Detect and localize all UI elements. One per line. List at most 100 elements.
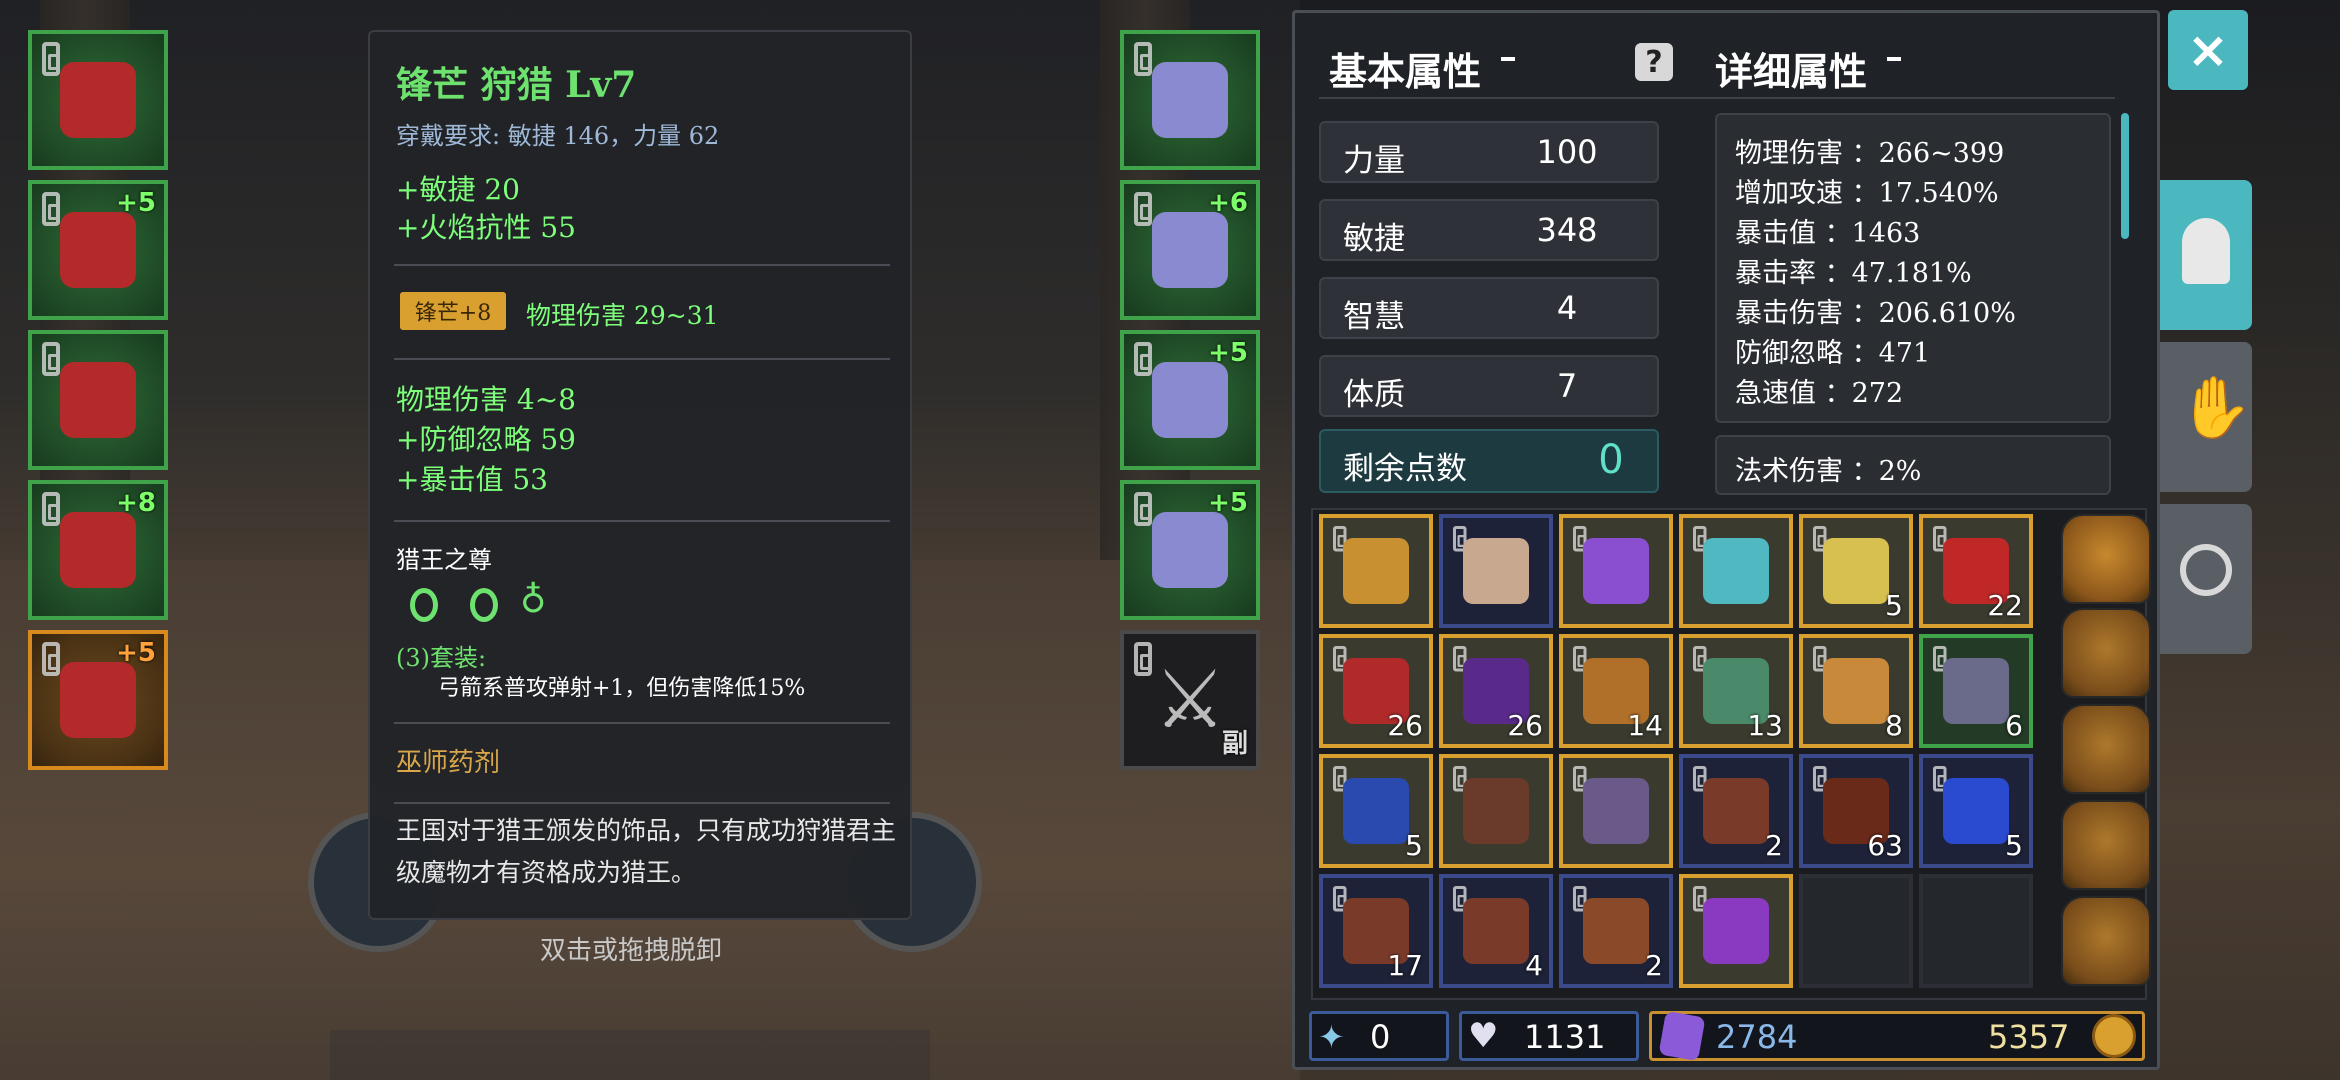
lock-icon xyxy=(1134,642,1152,676)
boots-slot[interactable]: +5 xyxy=(1120,330,1260,470)
help-icon[interactable]: ? xyxy=(1635,43,1673,81)
gem-coin-counter: 2784 5357 xyxy=(1649,1010,2145,1062)
item-count: 2 xyxy=(1765,829,1783,862)
bag-icon[interactable] xyxy=(2061,704,2151,794)
enhance-level: +5 xyxy=(116,638,156,668)
attr-label: 智慧 xyxy=(1343,299,1405,335)
attr-strength: 力量 100 xyxy=(1319,121,1659,183)
bag-icon[interactable] xyxy=(2061,514,2151,604)
item-icon xyxy=(1583,778,1649,844)
close-button[interactable]: × xyxy=(2168,10,2248,90)
inventory-item[interactable]: 13 xyxy=(1679,634,1793,748)
armor-slot[interactable]: +5 xyxy=(28,180,168,320)
item-icon xyxy=(1703,898,1769,964)
gem-count: 2784 xyxy=(1716,1018,1798,1056)
item-icon xyxy=(1343,778,1409,844)
bow-slot[interactable]: +5 xyxy=(28,630,168,770)
attribute-panel: 基本属性 ? 详细属性 力量 100 敏捷 348 智慧 4 体质 7 剩余点数… xyxy=(1292,10,2160,1070)
item-count: 8 xyxy=(1885,709,1903,742)
attr-value: 4 xyxy=(1556,289,1578,327)
inventory-item[interactable] xyxy=(1439,514,1553,628)
detail-line: 防御忽略 ：471 xyxy=(1735,338,1931,369)
set-amulet-icon: ♁ xyxy=(520,580,547,621)
item-icon xyxy=(1152,362,1228,438)
inventory-empty-slot[interactable] xyxy=(1799,874,1913,988)
detail-line: 暴击伤害 ：206.610% xyxy=(1735,298,2016,329)
bag-icon[interactable] xyxy=(2061,896,2151,986)
item-icon xyxy=(1152,512,1228,588)
inventory-item[interactable]: 8 xyxy=(1799,634,1913,748)
inventory-item[interactable]: 63 xyxy=(1799,754,1913,868)
detail-line: 暴击率 ：47.181% xyxy=(1735,258,1972,289)
offhand-slot[interactable]: ⚔ 副 xyxy=(1120,630,1260,770)
attr-constitution: 体质 7 xyxy=(1319,355,1659,417)
item-count: 13 xyxy=(1747,709,1783,742)
attr-value: 348 xyxy=(1536,211,1598,249)
item-icon xyxy=(1463,538,1529,604)
item-icon xyxy=(1583,898,1649,964)
item-icon xyxy=(1703,778,1769,844)
set-ring-icon xyxy=(470,588,498,622)
item-count: 4 xyxy=(1525,949,1543,982)
inventory-item[interactable]: 14 xyxy=(1559,634,1673,748)
attr-value: 7 xyxy=(1556,367,1578,405)
item-icon xyxy=(1463,778,1529,844)
inventory-item[interactable] xyxy=(1559,754,1673,868)
inventory-item[interactable] xyxy=(1439,754,1553,868)
divider xyxy=(1319,97,2115,99)
item-count: 63 xyxy=(1867,829,1903,862)
tool-count: 0 xyxy=(1370,1018,1391,1056)
pants-slot[interactable] xyxy=(28,330,168,470)
inventory-item[interactable]: 22 xyxy=(1919,514,2033,628)
inventory-item[interactable] xyxy=(1319,514,1433,628)
inventory-item[interactable] xyxy=(1679,514,1793,628)
gloves-slot[interactable]: +6 xyxy=(1120,180,1260,320)
inventory-item[interactable]: 26 xyxy=(1319,634,1433,748)
bag-icon[interactable] xyxy=(2061,800,2151,890)
tab-gloves[interactable]: ✋ xyxy=(2160,342,2253,492)
enhance-level: +8 xyxy=(116,488,156,518)
inventory-item[interactable]: 5 xyxy=(1919,754,2033,868)
attr-label: 敏捷 xyxy=(1343,221,1405,257)
item-stat: +暴击值 53 xyxy=(396,463,548,496)
inventory-item[interactable]: 2 xyxy=(1559,874,1673,988)
inventory-item[interactable] xyxy=(1679,874,1793,988)
set-bonus-desc: 弓箭系普攻弹射+1，但伤害降低15% xyxy=(438,676,806,701)
heart-counter: ♥ 1131 xyxy=(1459,1011,1639,1061)
amulet-slot[interactable] xyxy=(1120,30,1260,170)
inventory-item[interactable]: 6 xyxy=(1919,634,2033,748)
inventory-item[interactable]: 17 xyxy=(1319,874,1433,988)
tab-target[interactable] xyxy=(2160,504,2252,654)
heart-count: 1131 xyxy=(1524,1018,1606,1056)
inventory-item[interactable] xyxy=(1559,514,1673,628)
item-requirement: 穿戴要求: 敏捷 146，力量 62 xyxy=(396,122,720,150)
item-icon xyxy=(1823,538,1889,604)
item-count: 22 xyxy=(1987,589,2023,622)
item-count: 26 xyxy=(1507,709,1543,742)
tab-equipment[interactable] xyxy=(2160,180,2252,330)
lock-icon xyxy=(42,42,60,76)
detail-line: 增加攻速 ：17.540% xyxy=(1735,178,1999,209)
ring2-slot[interactable]: +5 xyxy=(1120,480,1260,620)
inventory-item[interactable]: 5 xyxy=(1319,754,1433,868)
inventory-item[interactable]: 4 xyxy=(1439,874,1553,988)
enhance-badge: 锋芒+8 xyxy=(400,292,506,330)
ring-slot[interactable]: +8 xyxy=(28,480,168,620)
attr-label: 力量 xyxy=(1343,143,1405,179)
inventory-item[interactable]: 5 xyxy=(1799,514,1913,628)
detail-line: 物理伤害 ：266~399 xyxy=(1735,138,2005,169)
enhance-level: +5 xyxy=(1208,488,1248,518)
lock-icon xyxy=(1134,492,1152,526)
remaining-label: 剩余点数 xyxy=(1343,451,1467,487)
item-icon xyxy=(1463,898,1529,964)
item-icon xyxy=(60,512,136,588)
bag-icon[interactable] xyxy=(2061,608,2151,698)
helmet-icon xyxy=(2182,218,2230,284)
scrollbar-thumb[interactable] xyxy=(2121,113,2129,239)
helmet-slot[interactable] xyxy=(28,30,168,170)
inventory-item[interactable]: 26 xyxy=(1439,634,1553,748)
inventory-item[interactable]: 2 xyxy=(1679,754,1793,868)
item-stat: +火焰抗性 55 xyxy=(396,211,576,244)
lock-icon xyxy=(42,492,60,526)
inventory-empty-slot[interactable] xyxy=(1919,874,2033,988)
